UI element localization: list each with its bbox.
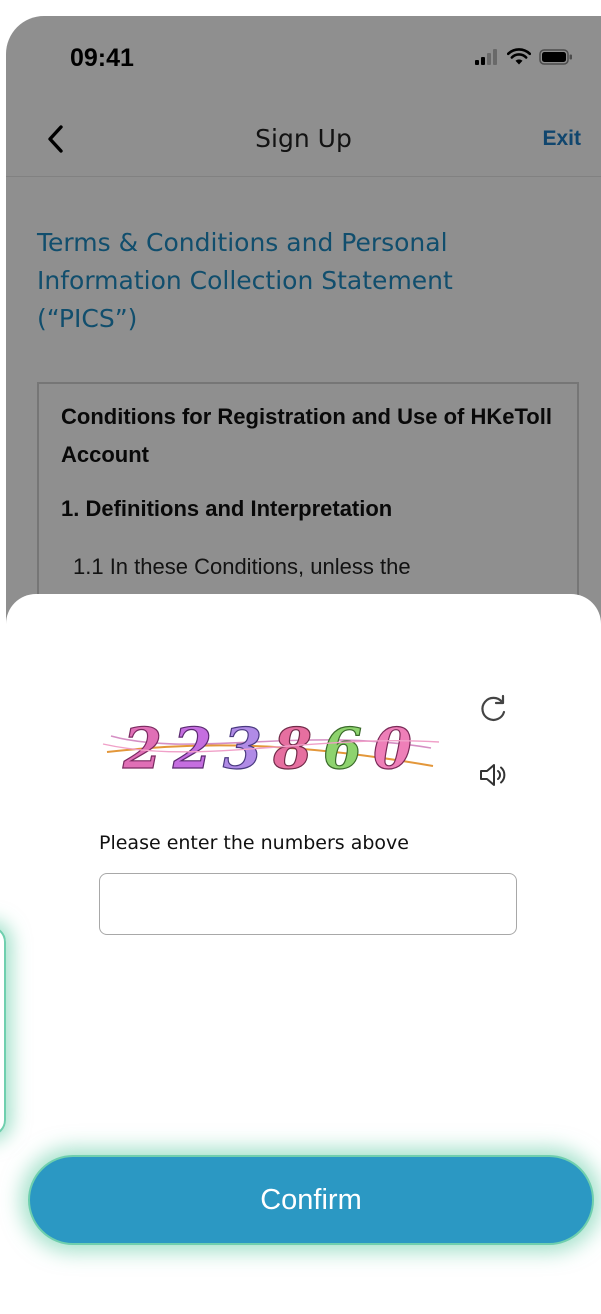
refresh-icon[interactable] bbox=[476, 692, 510, 726]
captcha-image: 2 2 3 8 6 0 bbox=[102, 715, 440, 778]
speaker-icon[interactable] bbox=[476, 758, 510, 792]
captcha-prompt-label: Please enter the numbers above bbox=[99, 832, 409, 854]
confirm-button[interactable]: Confirm bbox=[28, 1155, 594, 1245]
svg-text:6: 6 bbox=[323, 716, 362, 778]
svg-text:2: 2 bbox=[172, 716, 212, 778]
svg-text:3: 3 bbox=[223, 716, 262, 778]
svg-text:0: 0 bbox=[373, 716, 412, 778]
svg-text:2: 2 bbox=[122, 716, 162, 778]
highlight-frame-left bbox=[0, 926, 6, 1136]
app-frame: 09:41 Sign Up Exit Terms & Conditions an… bbox=[0, 0, 601, 1314]
captcha-input[interactable] bbox=[99, 873, 517, 935]
phone-screen: 09:41 Sign Up Exit Terms & Conditions an… bbox=[6, 16, 601, 1314]
